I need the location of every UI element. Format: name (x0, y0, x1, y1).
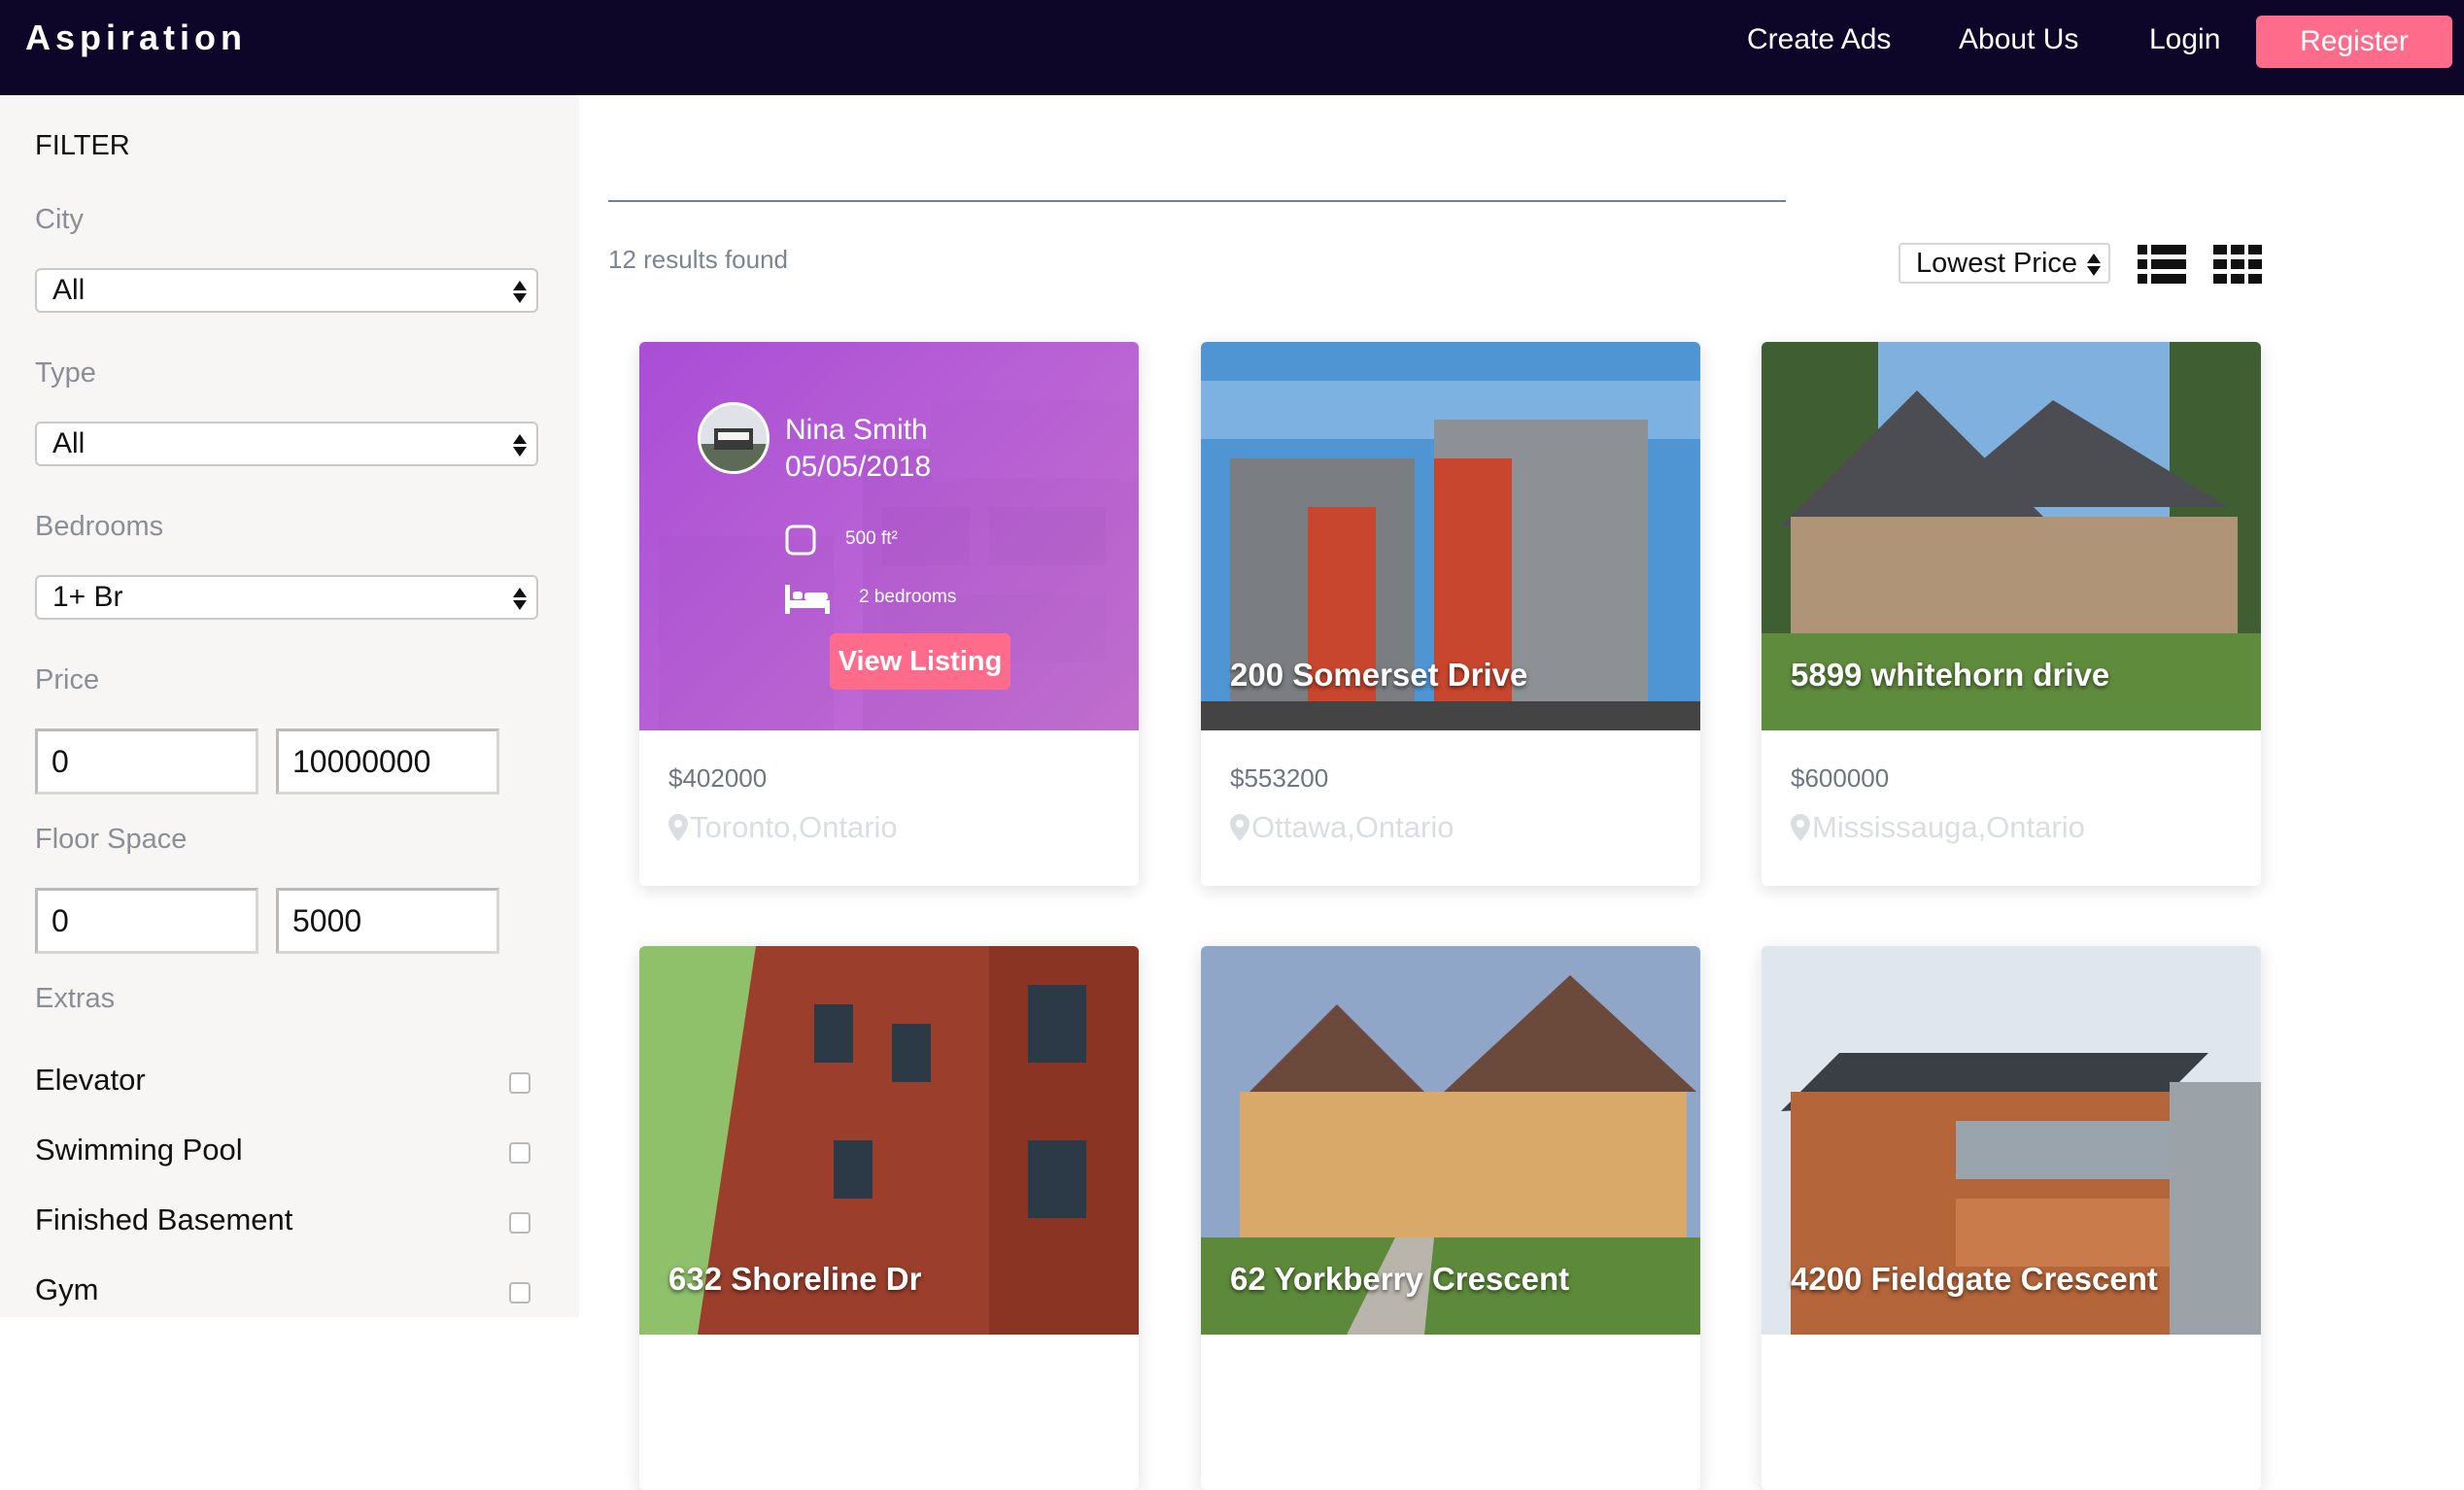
map-pin-icon (1791, 814, 1810, 841)
listing-card[interactable]: 4200 Fieldgate Crescent (1762, 946, 2261, 1490)
city-select-value: All (52, 274, 86, 306)
listing-location: Ottawa,Ontario (1230, 810, 1454, 845)
floor-space-max-input[interactable]: 5000 (276, 888, 499, 954)
agent-avatar (698, 402, 770, 474)
nav-create-ads[interactable]: Create Ads (1747, 23, 1891, 56)
price-min-input[interactable]: 0 (35, 728, 258, 795)
floor-space-label: Floor Space (35, 824, 188, 855)
search-underline[interactable] (608, 200, 1786, 202)
listing-title: 200 Somerset Drive (1230, 657, 1528, 693)
type-select-value: All (52, 427, 86, 459)
listing-location-text: Ottawa,Ontario (1251, 810, 1454, 844)
select-arrows-icon (513, 274, 527, 309)
floor-space-text: 500 ft² (845, 528, 898, 549)
filter-title: FILTER (35, 130, 130, 161)
bedrooms-select-value: 1+ Br (52, 581, 123, 613)
view-listing-button[interactable]: View Listing (830, 633, 1010, 690)
type-select[interactable]: All (35, 422, 538, 466)
extra-gym-label: Gym (35, 1272, 99, 1306)
price-max-input[interactable]: 10000000 (276, 728, 499, 795)
agent-name: Nina Smith (785, 414, 928, 446)
listing-card[interactable]: 632 Shoreline Dr (639, 946, 1139, 1490)
map-pin-icon (1230, 814, 1249, 841)
sort-select-value: Lowest Price (1916, 247, 2078, 279)
register-button[interactable]: Register (2256, 16, 2452, 68)
price-label: Price (35, 664, 100, 695)
extra-swimming-pool-checkbox[interactable] (509, 1142, 530, 1164)
top-navbar: Aspiration Create Ads About Us Login Reg… (0, 0, 2464, 95)
listing-title: 62 Yorkberry Crescent (1230, 1261, 1570, 1297)
extras-label: Extras (35, 983, 116, 1014)
listing-date: 05/05/2018 (785, 451, 932, 483)
nav-about-us[interactable]: About Us (1959, 23, 2078, 56)
listing-card[interactable]: 5899 whitehorn drive $600000 Mississauga… (1762, 342, 2261, 886)
extra-swimming-pool-label: Swimming Pool (35, 1133, 243, 1167)
sort-select[interactable]: Lowest Price (1899, 243, 2110, 284)
bedrooms-select[interactable]: 1+ Br (35, 575, 538, 620)
listing-title: 5899 whitehorn drive (1791, 657, 2110, 693)
listing-location-text: Toronto,Ontario (690, 810, 898, 844)
listing-location: Toronto,Ontario (668, 810, 898, 845)
listing-title: 632 Shoreline Dr (668, 1261, 922, 1297)
extra-finished-basement-label: Finished Basement (35, 1202, 293, 1236)
listing-card[interactable]: 200 Somerset Drive $553200 Ottawa,Ontari… (1201, 342, 1700, 886)
extra-gym-checkbox[interactable] (509, 1282, 530, 1304)
brand-logo[interactable]: Aspiration (25, 17, 247, 58)
grid-view-icon[interactable] (2213, 245, 2262, 284)
nav-login[interactable]: Login (2149, 23, 2220, 56)
select-arrows-icon (513, 581, 527, 616)
listing-card[interactable]: Nina Smith 05/05/2018 500 ft² 2 bedrooms… (639, 342, 1139, 886)
city-select[interactable]: All (35, 268, 538, 313)
floor-space-icon (785, 525, 816, 560)
extra-elevator-checkbox[interactable] (509, 1072, 530, 1094)
type-label: Type (35, 357, 96, 389)
listing-price: $600000 (1791, 763, 1890, 793)
listing-title: 4200 Fieldgate Crescent (1791, 1261, 2158, 1297)
bed-icon (785, 585, 830, 619)
bedrooms-text: 2 bedrooms (859, 587, 957, 607)
listing-price: $553200 (1230, 763, 1329, 793)
bedrooms-label: Bedrooms (35, 511, 164, 542)
extra-finished-basement-checkbox[interactable] (509, 1212, 530, 1234)
extra-elevator-label: Elevator (35, 1063, 146, 1097)
select-arrows-icon (2087, 247, 2101, 282)
listing-price: $402000 (668, 763, 768, 793)
listing-location: Mississauga,Ontario (1791, 810, 2085, 845)
results-count: 12 results found (608, 245, 789, 274)
city-label: City (35, 204, 84, 235)
listing-location-text: Mississauga,Ontario (1812, 810, 2085, 844)
map-pin-icon (668, 814, 688, 841)
listing-card[interactable]: 62 Yorkberry Crescent (1201, 946, 1700, 1490)
select-arrows-icon (513, 427, 527, 462)
list-view-icon[interactable] (2138, 245, 2186, 284)
floor-space-min-input[interactable]: 0 (35, 888, 258, 954)
